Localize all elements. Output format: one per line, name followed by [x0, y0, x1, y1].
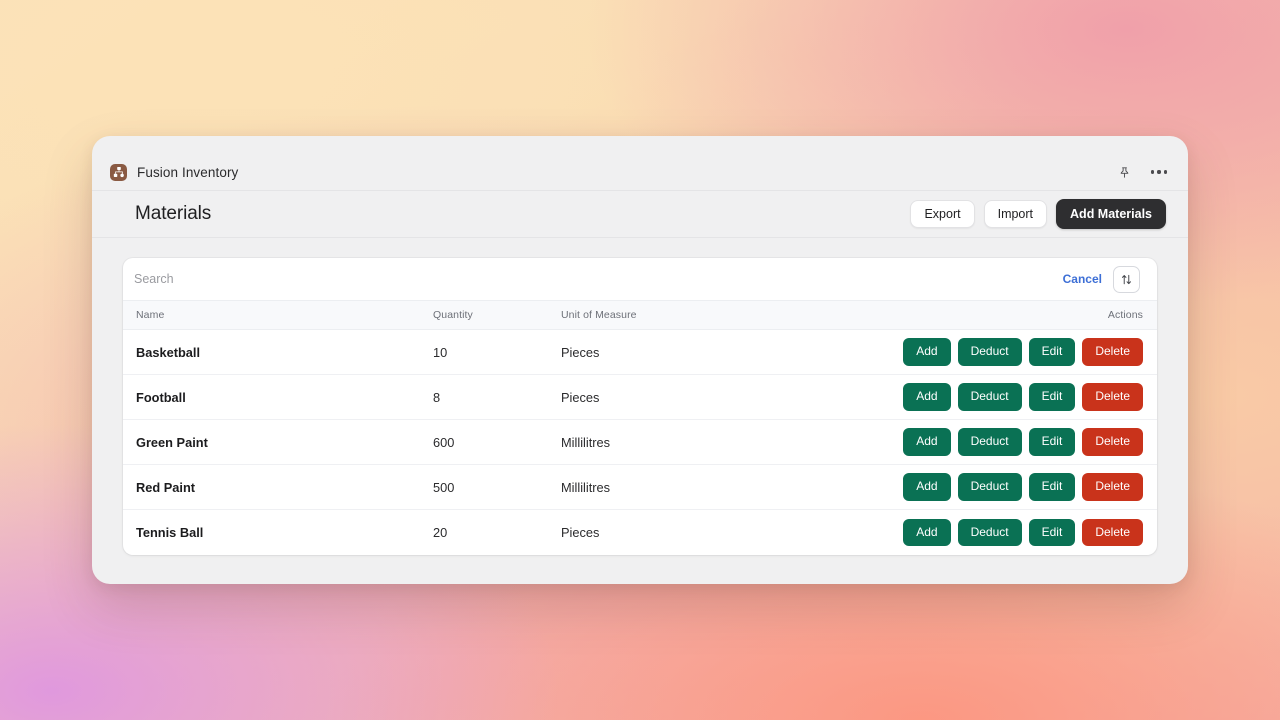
delete-button[interactable]: Delete: [1082, 383, 1143, 410]
add-materials-button[interactable]: Add Materials: [1056, 199, 1166, 229]
add-button[interactable]: Add: [903, 383, 950, 410]
page-title: Materials: [135, 203, 211, 225]
table-header-row: Name Quantity Unit of Measure Actions: [123, 301, 1157, 330]
materials-table: Name Quantity Unit of Measure Actions Ba…: [123, 301, 1157, 555]
table-body: Basketball10PiecesAddDeductEditDeleteFoo…: [123, 330, 1157, 555]
column-header-uom[interactable]: Unit of Measure: [561, 301, 861, 330]
cell-quantity: 600: [433, 420, 561, 465]
materials-card: Cancel Name Quantity Unit of Measure Act…: [123, 258, 1157, 555]
import-button[interactable]: Import: [984, 200, 1047, 228]
cell-actions: Add Deduct EditDelete: [861, 510, 1157, 555]
deduct-button[interactable]: Deduct: [958, 519, 1022, 546]
row-action-group: Add Deduct EditDelete: [861, 519, 1143, 546]
add-button[interactable]: Add: [903, 338, 950, 365]
cell-quantity: 8: [433, 375, 561, 420]
edit-button[interactable]: Edit: [1029, 383, 1076, 410]
delete-button[interactable]: Delete: [1082, 428, 1143, 455]
table-row: Football8Pieces Add Deduct EditDelete: [123, 375, 1157, 420]
edit-button[interactable]: Edit: [1029, 473, 1076, 500]
edit-button[interactable]: Edit: [1029, 519, 1076, 546]
cell-quantity: 20: [433, 510, 561, 555]
app-window: Fusion Inventory Materials Export Import…: [92, 136, 1188, 584]
add-button[interactable]: Add: [903, 519, 950, 546]
edit-button[interactable]: Edit: [1029, 338, 1076, 365]
more-options-icon[interactable]: [1148, 161, 1170, 183]
row-action-group: Add Deduct EditDelete: [861, 338, 1143, 365]
export-button[interactable]: Export: [910, 200, 974, 228]
column-header-quantity[interactable]: Quantity: [433, 301, 561, 330]
table-row: Basketball10Pieces Add Deduct EditDelete: [123, 330, 1157, 375]
row-action-group: Add Deduct EditDelete: [861, 473, 1143, 500]
deduct-button[interactable]: Deduct: [958, 338, 1022, 365]
ellipsis-dots: [1151, 170, 1167, 173]
delete-button[interactable]: Delete: [1082, 473, 1143, 500]
cell-name: Red Paint: [123, 465, 433, 510]
search-input[interactable]: [134, 268, 1063, 290]
sort-arrows-icon[interactable]: [1113, 266, 1140, 293]
cell-uom: Millilitres: [561, 465, 861, 510]
cell-uom: Pieces: [561, 330, 861, 375]
column-header-name[interactable]: Name: [123, 301, 433, 330]
cell-quantity: 500: [433, 465, 561, 510]
table-row: Red Paint500Millilitres Add Deduct EditDele…: [123, 465, 1157, 510]
delete-button[interactable]: Delete: [1082, 338, 1143, 365]
inventory-boxes-icon: [110, 164, 127, 181]
add-button[interactable]: Add: [903, 473, 950, 500]
app-title: Fusion Inventory: [137, 165, 238, 180]
add-button[interactable]: Add: [903, 428, 950, 455]
cell-actions: Add Deduct EditDelete: [861, 465, 1157, 510]
cell-name: Tennis Ball: [123, 510, 433, 555]
cell-uom: Pieces: [561, 510, 861, 555]
cell-quantity: 10: [433, 330, 561, 375]
cell-uom: Millilitres: [561, 420, 861, 465]
cell-actions: Add Deduct EditDelete: [861, 420, 1157, 465]
row-action-group: Add Deduct EditDelete: [861, 428, 1143, 455]
column-header-actions: Actions: [861, 301, 1157, 330]
table-row: Green Paint600Millilitres Add Deduct EditDe…: [123, 420, 1157, 465]
deduct-button[interactable]: Deduct: [958, 428, 1022, 455]
cell-actions: Add Deduct EditDelete: [861, 375, 1157, 420]
cell-name: Football: [123, 375, 433, 420]
cell-name: Basketball: [123, 330, 433, 375]
search-toolbar: Cancel: [123, 258, 1157, 301]
delete-button[interactable]: Delete: [1082, 519, 1143, 546]
pin-icon[interactable]: [1113, 161, 1135, 183]
titlebar-actions: [1113, 161, 1170, 183]
row-action-group: Add Deduct EditDelete: [861, 383, 1143, 410]
deduct-button[interactable]: Deduct: [958, 383, 1022, 410]
table-head: Name Quantity Unit of Measure Actions: [123, 301, 1157, 330]
cell-name: Green Paint: [123, 420, 433, 465]
table-row: Tennis Ball20Pieces Add Deduct EditDelete: [123, 510, 1157, 555]
edit-button[interactable]: Edit: [1029, 428, 1076, 455]
page-header: Materials Export Import Add Materials: [92, 190, 1188, 238]
deduct-button[interactable]: Deduct: [958, 473, 1022, 500]
cell-uom: Pieces: [561, 375, 861, 420]
cancel-search-link[interactable]: Cancel: [1063, 272, 1102, 286]
header-actions: Export Import Add Materials: [910, 199, 1166, 229]
cell-actions: Add Deduct EditDelete: [861, 330, 1157, 375]
content-area: Cancel Name Quantity Unit of Measure Act…: [92, 238, 1188, 577]
window-titlebar: Fusion Inventory: [92, 154, 1188, 190]
